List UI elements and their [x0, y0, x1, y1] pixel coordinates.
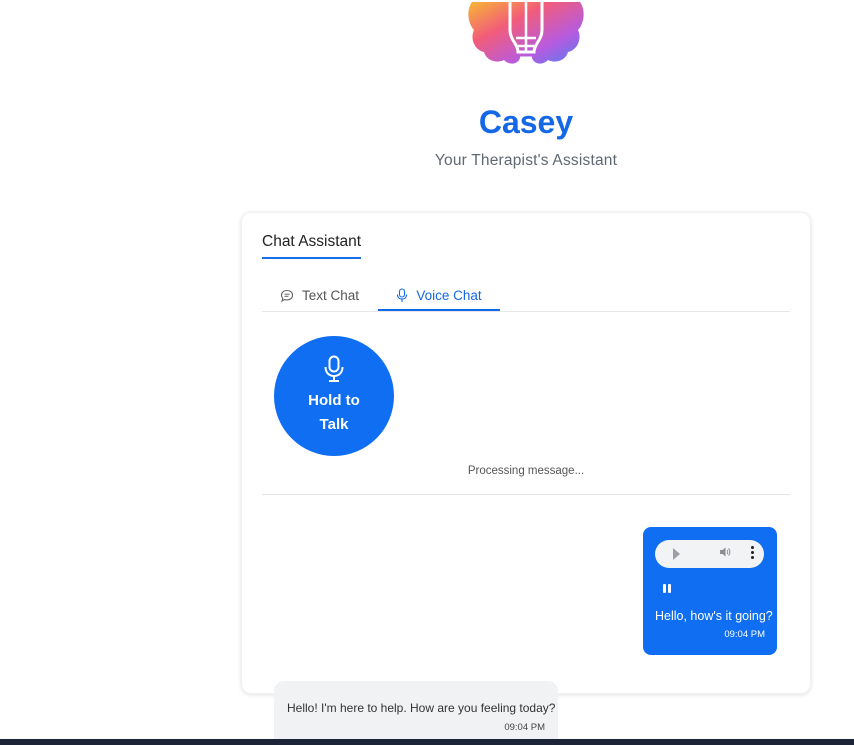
- brain-lightbulb-logo: [466, 0, 586, 68]
- chat-card: Chat Assistant Text Chat Voice Chat Hold…: [241, 212, 811, 694]
- tab-text-chat[interactable]: Text Chat: [280, 281, 359, 310]
- pause-icon[interactable]: [663, 584, 671, 593]
- tab-voice-chat-label: Voice Chat: [416, 287, 482, 303]
- app-subtitle: Your Therapist's Assistant: [434, 152, 618, 169]
- hold-to-talk-button[interactable]: Hold to Talk: [274, 336, 394, 456]
- brain-lightbulb-icon: [468, 0, 584, 64]
- chat-tabs: Text Chat Voice Chat: [262, 281, 790, 312]
- hold-to-talk-label: Hold to Talk: [308, 392, 360, 433]
- audio-player[interactable]: [655, 540, 764, 568]
- assistant-message-text: Hello! I'm here to help. How are you fee…: [287, 701, 556, 715]
- assistant-message-bubble: Hello! I'm here to help. How are you fee…: [274, 681, 558, 745]
- processing-status: Processing message...: [467, 465, 585, 477]
- app-title: Casey: [478, 104, 574, 140]
- divider: [262, 494, 790, 495]
- more-options-icon[interactable]: [751, 545, 755, 561]
- chat-bubble-icon: [280, 289, 294, 302]
- assistant-message-time: 09:04 PM: [504, 722, 545, 733]
- user-message-time: 09:04 PM: [724, 629, 765, 640]
- tab-voice-chat[interactable]: Voice Chat: [378, 281, 500, 311]
- tab-text-chat-label: Text Chat: [302, 288, 360, 303]
- microphone-icon: [397, 287, 408, 302]
- microphone-icon: [324, 355, 344, 382]
- play-icon[interactable]: [673, 548, 680, 560]
- user-message-bubble: Hello, how's it going? 09:04 PM: [643, 527, 777, 655]
- footer-bar: [0, 739, 854, 745]
- user-message-text: Hello, how's it going?: [655, 609, 773, 623]
- card-title: Chat Assistant: [262, 233, 362, 259]
- volume-icon[interactable]: [719, 546, 731, 561]
